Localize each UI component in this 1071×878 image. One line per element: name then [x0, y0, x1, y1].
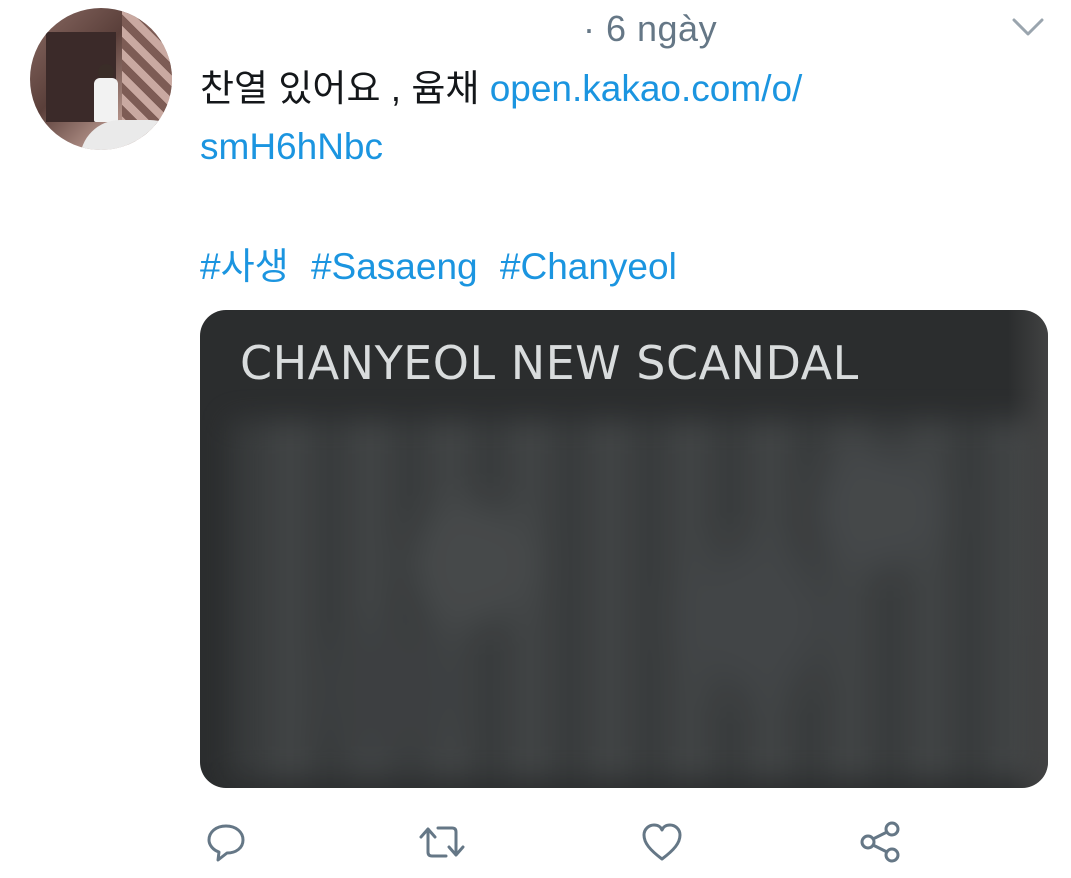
retweet-icon[interactable] — [418, 818, 466, 866]
share-icon[interactable] — [856, 818, 904, 866]
media-edge — [1008, 310, 1048, 788]
blurred-content — [230, 420, 1040, 780]
hashtag-sasaeng[interactable]: #Sasaeng — [311, 246, 478, 287]
tweet-timestamp[interactable]: · 6 ngày — [583, 8, 717, 50]
tweet-media-image[interactable]: CHANYEOL NEW SCANDAL — [200, 310, 1048, 788]
avatar[interactable] — [30, 8, 172, 150]
hashtag-list: #사생 #Sasaeng #Chanyeol — [200, 238, 689, 296]
tweet-actions — [0, 818, 1071, 868]
avatar-photo-person — [94, 78, 118, 122]
media-title: CHANYEOL NEW SCANDAL — [240, 336, 859, 390]
avatar-photo-car — [80, 120, 172, 150]
hashtag-chanyeol[interactable]: #Chanyeol — [500, 246, 677, 287]
chevron-down-icon[interactable] — [1008, 12, 1048, 40]
reply-icon[interactable] — [202, 818, 250, 866]
heart-icon[interactable] — [638, 818, 686, 866]
tweet-text: 찬열 있어요 , 윰채 open.kakao.com/o/ smH6hNbc — [200, 60, 960, 176]
tweet-text-body: 찬열 있어요 , 윰채 — [200, 68, 490, 109]
tweet-link[interactable]: open.kakao.com/o/ — [490, 68, 803, 109]
hashtag-sasaeng-korean[interactable]: #사생 — [200, 246, 289, 287]
tweet-link-continued[interactable]: smH6hNbc — [200, 126, 383, 167]
